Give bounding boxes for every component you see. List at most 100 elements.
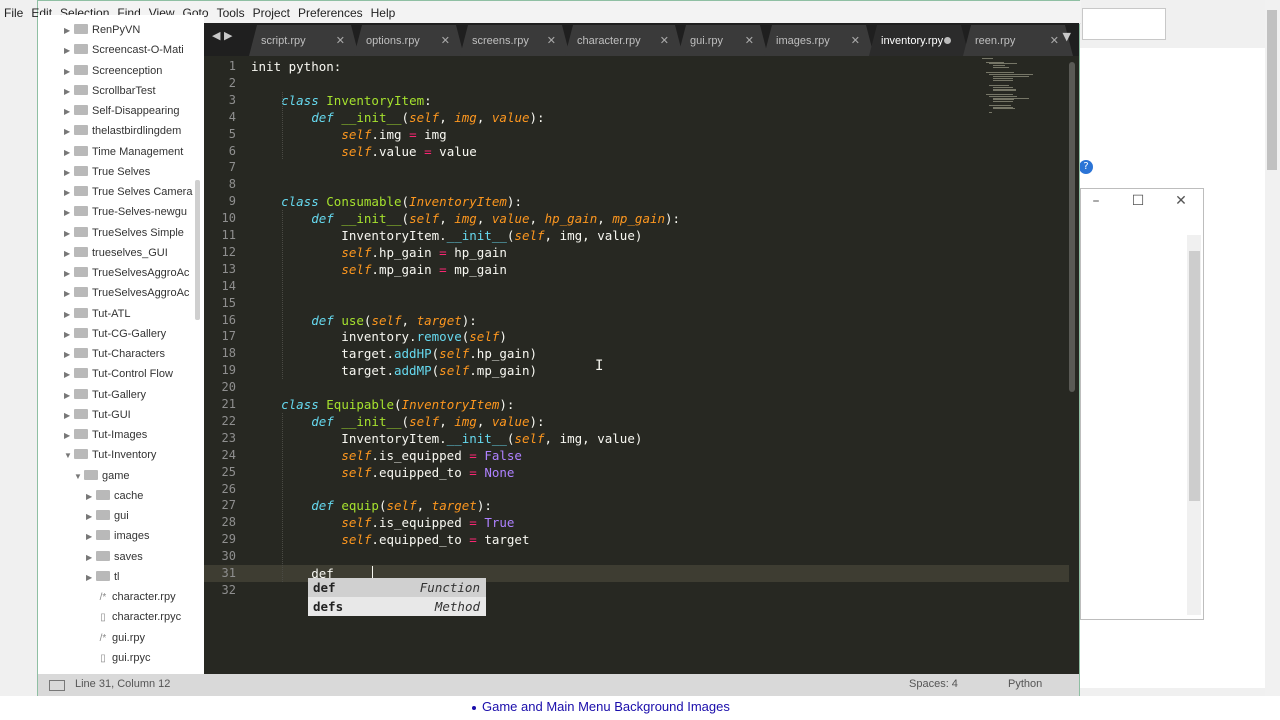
collapsed-arrow-icon[interactable]: ▶ — [64, 62, 74, 82]
close-tab-icon[interactable]: ✕ — [660, 25, 669, 58]
sidebar-item[interactable]: ▶ Tut-GUI — [64, 405, 131, 425]
collapsed-arrow-icon[interactable]: ▶ — [64, 183, 74, 203]
collapsed-arrow-icon[interactable]: ▶ — [64, 345, 74, 365]
sidebar-item[interactable]: /* gui.rpy — [86, 628, 145, 648]
collapsed-arrow-icon[interactable]: ▶ — [64, 386, 74, 406]
code-line[interactable]: class Consumable(InventoryItem): — [251, 193, 522, 210]
autocomplete-item[interactable]: defs Method — [308, 597, 486, 616]
maximize-icon[interactable]: ☐ — [1123, 193, 1153, 209]
tab-file[interactable]: screens.rpy ✕ — [460, 25, 570, 56]
code-line[interactable]: def __init__(self, img, value): — [251, 109, 544, 126]
menu-tools[interactable]: Tools — [213, 2, 249, 24]
close-tab-icon[interactable]: ✕ — [851, 25, 860, 58]
sidebar-item[interactable]: ▶ Tut-Images — [64, 425, 147, 445]
sidebar-item[interactable]: ▶ gui — [86, 506, 129, 526]
code-line[interactable]: self.value = value — [251, 143, 476, 160]
tab-file[interactable]: options.rpy ✕ — [354, 25, 464, 56]
code-line[interactable]: InventoryItem.__init__(self, img, value) — [251, 430, 642, 447]
collapsed-arrow-icon[interactable]: ▶ — [64, 284, 74, 304]
sidebar-item[interactable]: ▼ game — [74, 466, 130, 486]
code-line[interactable]: self.is_equipped = False — [251, 447, 522, 464]
menu-preferences[interactable]: Preferences — [294, 2, 367, 24]
tab-file[interactable]: images.rpy ✕ — [764, 25, 874, 56]
panel-toggle-icon[interactable] — [49, 680, 65, 691]
sidebar-item[interactable]: ▶ True Selves Camera — [64, 182, 192, 202]
code-line[interactable]: InventoryItem.__init__(self, img, value) — [251, 227, 642, 244]
close-tab-icon[interactable]: ✕ — [441, 25, 450, 58]
sidebar-scrollbar[interactable] — [195, 180, 200, 320]
sidebar-item[interactable]: ▶ Self-Disappearing — [64, 101, 179, 121]
sidebar-item[interactable]: ▶ TrueSelvesAggroAc — [64, 263, 189, 283]
code-line[interactable]: class InventoryItem: — [251, 92, 432, 109]
sidebar-item[interactable]: ▶ True Selves — [64, 162, 150, 182]
code-line[interactable]: self.img = img — [251, 126, 446, 143]
collapsed-arrow-icon[interactable]: ▶ — [64, 244, 74, 264]
collapsed-arrow-icon[interactable]: ▶ — [64, 102, 74, 122]
sidebar-item[interactable]: /* character.rpy — [86, 587, 176, 607]
tab-file[interactable]: inventory.rpy — [869, 25, 969, 56]
code-line[interactable]: inventory.remove(self) — [251, 328, 507, 345]
code-line[interactable]: self.hp_gain = hp_gain — [251, 244, 507, 261]
tab-nav-arrows-icon[interactable]: ◀ ▶ — [212, 29, 232, 42]
sidebar-item[interactable]: ▶ Time Management — [64, 142, 183, 162]
collapsed-arrow-icon[interactable]: ▶ — [64, 365, 74, 385]
close-tab-icon[interactable]: ✕ — [336, 25, 345, 58]
close-tab-icon[interactable]: ✕ — [547, 25, 556, 58]
collapsed-arrow-icon[interactable]: ▶ — [64, 21, 74, 41]
sidebar-item[interactable]: ▶ Screenception — [64, 61, 162, 81]
code-line[interactable]: def __init__(self, img, value): — [251, 413, 544, 430]
tab-dropdown-icon[interactable]: ▼ — [1063, 30, 1071, 43]
sidebar-item[interactable]: ▯ gui.rpyc — [86, 648, 150, 668]
sidebar-item[interactable]: ▶ images — [86, 526, 149, 546]
sidebar-item[interactable]: ▶ thelastbirdlingdem — [64, 121, 181, 141]
sidebar-item[interactable]: ▶ saves — [86, 547, 143, 567]
close-tab-icon[interactable]: ✕ — [1050, 25, 1059, 58]
collapsed-arrow-icon[interactable]: ▶ — [86, 527, 96, 547]
autocomplete-popup[interactable]: def Function defs Method — [308, 578, 486, 616]
indentation-setting[interactable]: Spaces: 4 — [909, 678, 958, 690]
sidebar-item[interactable]: ▼ Tut-Inventory — [64, 445, 156, 465]
code-line[interactable]: def __init__(self, img, value, hp_gain, … — [251, 210, 680, 227]
sidebar-item[interactable]: ▶ Screencast-O-Mati — [64, 40, 184, 60]
collapsed-arrow-icon[interactable]: ▶ — [86, 568, 96, 588]
editor-scrollbar[interactable] — [1069, 62, 1075, 392]
collapsed-arrow-icon[interactable]: ▶ — [64, 325, 74, 345]
collapsed-arrow-icon[interactable]: ▶ — [64, 305, 74, 325]
tab-file[interactable]: script.rpy ✕ — [249, 25, 359, 56]
menu-file[interactable]: File — [0, 2, 27, 24]
collapsed-arrow-icon[interactable]: ▶ — [64, 406, 74, 426]
sidebar-item[interactable]: ▶ TrueSelves Simple — [64, 223, 184, 243]
sidebar-item[interactable]: ▶ RenPyVN — [64, 20, 140, 40]
collapsed-arrow-icon[interactable]: ▶ — [86, 487, 96, 507]
sidebar-item[interactable]: ▶ Tut-ATL — [64, 304, 131, 324]
sidebar-item[interactable]: ▶ cache — [86, 486, 143, 506]
collapsed-arrow-icon[interactable]: ▶ — [64, 122, 74, 142]
expanded-arrow-icon[interactable]: ▼ — [64, 446, 74, 466]
menu-project[interactable]: Project — [249, 2, 294, 24]
help-icon[interactable]: ? — [1079, 160, 1093, 174]
collapsed-arrow-icon[interactable]: ▶ — [64, 143, 74, 163]
sidebar-item[interactable]: ▶ Tut-CG-Gallery — [64, 324, 166, 344]
tab-file[interactable]: gui.rpy ✕ — [678, 25, 768, 56]
sidebar-item[interactable]: ▶ True-Selves-newgu — [64, 202, 187, 222]
sidebar-item[interactable]: ▶ Tut-Characters — [64, 344, 165, 364]
background-window-scroll-thumb[interactable] — [1189, 251, 1200, 501]
code-line[interactable]: self.is_equipped = True — [251, 514, 514, 531]
code-line[interactable]: target.addHP(self.hp_gain) — [251, 345, 537, 362]
collapsed-arrow-icon[interactable]: ▶ — [64, 163, 74, 183]
close-tab-icon[interactable]: ✕ — [745, 25, 754, 58]
collapsed-arrow-icon[interactable]: ▶ — [64, 82, 74, 102]
sidebar-item[interactable]: ▶ trueselves_GUI — [64, 243, 168, 263]
collapsed-arrow-icon[interactable]: ▶ — [86, 548, 96, 568]
code-line[interactable]: target.addMP(self.mp_gain) — [251, 362, 537, 379]
sidebar-item[interactable]: ▶ tl — [86, 567, 120, 587]
sidebar-item[interactable]: ▶ TrueSelvesAggroAc — [64, 283, 189, 303]
expanded-arrow-icon[interactable]: ▼ — [74, 467, 84, 487]
code-line[interactable]: self.equipped_to = target — [251, 531, 529, 548]
menu-help[interactable]: Help — [367, 2, 400, 24]
collapsed-arrow-icon[interactable]: ▶ — [64, 224, 74, 244]
minimize-icon[interactable]: – — [1081, 193, 1111, 209]
tab-file[interactable]: character.rpy ✕ — [565, 25, 683, 56]
browser-scrollbar-thumb[interactable] — [1267, 10, 1277, 170]
collapsed-arrow-icon[interactable]: ▶ — [64, 203, 74, 223]
